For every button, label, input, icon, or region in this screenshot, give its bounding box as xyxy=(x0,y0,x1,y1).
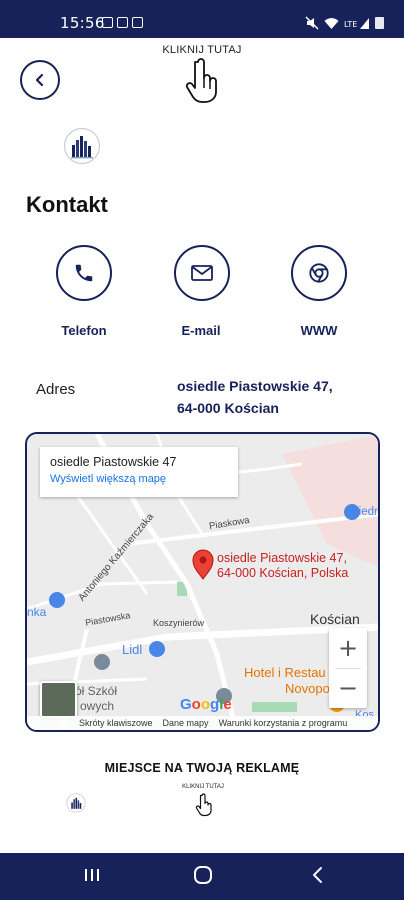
ad-space-text[interactable]: MIEJSCE NA TWOJĄ REKLAMĘ xyxy=(0,761,404,775)
recent-apps-icon[interactable] xyxy=(82,865,102,885)
phone-label[interactable]: Telefon xyxy=(24,323,144,338)
back-button[interactable] xyxy=(20,60,60,100)
city-logo-icon xyxy=(63,127,101,165)
pointing-hand-small-icon[interactable] xyxy=(195,793,213,817)
gallery-icon xyxy=(102,17,113,28)
map-pin-line-1: osiedle Piastowskie 47, xyxy=(217,551,347,565)
zoom-out-button[interactable]: − xyxy=(329,668,367,708)
map-label-hotel-2: Novopo xyxy=(285,681,330,696)
phone-icon xyxy=(75,264,93,282)
map-label-school-1: ół Szkół xyxy=(75,684,118,698)
chevron-left-icon xyxy=(35,73,44,87)
mute-icon xyxy=(305,16,319,30)
browser-icon xyxy=(309,263,329,283)
map-label-school-2: owych xyxy=(80,699,115,713)
battery-icon xyxy=(375,17,384,29)
map-info-card: osiedle Piastowskie 47 Wyświetl większą … xyxy=(40,447,238,497)
map-label-nka: nka xyxy=(27,605,47,619)
www-label[interactable]: WWW xyxy=(259,323,379,338)
google-logo: Google xyxy=(180,696,232,713)
keyboard-shortcuts-link[interactable]: Skróty klawiszowe xyxy=(79,718,153,728)
terms-link[interactable]: Warunki korzystania z programu xyxy=(219,718,348,728)
map-label-biedronka: Biedronka xyxy=(351,506,378,518)
map-pin-line-2: 64-000 Kościan, Polska xyxy=(217,566,349,580)
satellite-toggle-button[interactable] xyxy=(40,681,77,718)
view-larger-map-link[interactable]: Wyświetl większą mapę xyxy=(50,473,228,485)
zoom-divider xyxy=(335,668,361,669)
back-nav-icon[interactable] xyxy=(308,865,328,885)
map-label-koszynierow: Koszynierów xyxy=(153,618,205,628)
email-button[interactable] xyxy=(174,245,230,301)
status-bar: 15:56 LTE xyxy=(0,0,404,38)
address-label: Adres xyxy=(36,381,76,398)
map-label-hotel-1: Hotel i Restau xyxy=(244,665,326,680)
signal-icon: LTE xyxy=(344,17,369,29)
mail-icon xyxy=(117,17,128,28)
city-logo-small-icon xyxy=(66,793,86,813)
status-time: 15:56 xyxy=(60,14,105,32)
svg-text:LTE: LTE xyxy=(344,20,357,29)
page-title: Kontakt xyxy=(26,192,108,217)
zoom-in-button[interactable]: + xyxy=(329,628,367,668)
email-label[interactable]: E-mail xyxy=(141,323,261,338)
map-label-lidl: Lidl xyxy=(122,642,143,657)
notification-icons xyxy=(102,17,143,28)
map-footer: Skróty klawiszowe Dane mapy Warunki korz… xyxy=(27,716,378,730)
wifi-icon xyxy=(324,17,339,29)
map-label-koscian: Kościan xyxy=(310,611,360,627)
zoom-controls: + − xyxy=(329,628,367,708)
address-line-2: 64-000 Kościan xyxy=(177,400,279,416)
envelope-icon xyxy=(191,265,213,281)
map-pin-label: osiedle Piastowskie 47, 64-000 Kościan, … xyxy=(217,551,348,581)
home-icon[interactable] xyxy=(193,865,213,885)
app-icon xyxy=(132,17,143,28)
map-embed[interactable]: osiedle Piastowskie 47 Wyświetl większą … xyxy=(25,432,380,732)
map-data-link[interactable]: Dane mapy xyxy=(163,718,209,728)
www-button[interactable] xyxy=(291,245,347,301)
pointing-hand-icon[interactable] xyxy=(184,58,220,104)
address-value: osiedle Piastowskie 47, 64-000 Kościan xyxy=(177,375,333,419)
system-nav-bar xyxy=(0,853,404,900)
phone-button[interactable] xyxy=(56,245,112,301)
map-card-title: osiedle Piastowskie 47 xyxy=(50,455,177,469)
address-line-1: osiedle Piastowskie 47, xyxy=(177,378,333,394)
click-here-hint[interactable]: KLIKNIJ TUTAJ xyxy=(0,44,404,56)
system-icons: LTE xyxy=(305,16,384,30)
click-here-hint-small[interactable]: KLIKNIJ TUTAJ xyxy=(177,784,229,790)
